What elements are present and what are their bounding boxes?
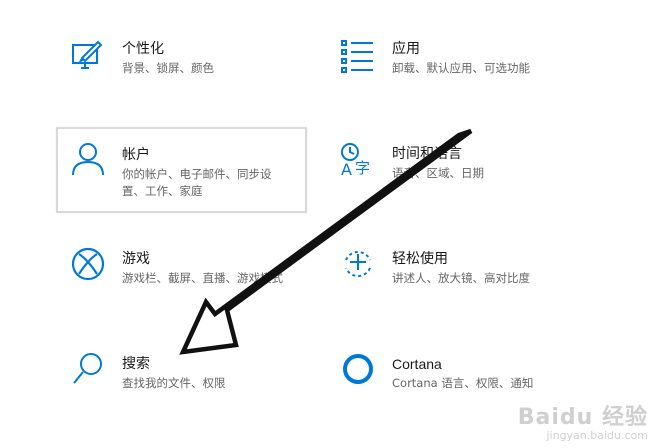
tile-title: 搜索 bbox=[122, 356, 150, 372]
tile-description-line2: 置、工作、家庭 bbox=[122, 184, 203, 198]
watermark-main: Baidu 经验 bbox=[517, 405, 648, 430]
baidu-watermark: Baidu 经验 jingyan.baidu.com bbox=[518, 406, 648, 442]
personalization-icon bbox=[70, 38, 106, 74]
tile-description: Cortana 语言、权限、通知 bbox=[392, 376, 534, 390]
tile-description: 背景、锁屏、颜色 bbox=[122, 61, 214, 75]
settings-tile-personalization[interactable]: 个性化 背景、锁屏、颜色 bbox=[56, 30, 306, 96]
time-language-icon: A 字 bbox=[340, 142, 376, 178]
settings-tile-gaming[interactable]: 游戏 游戏栏、截屏、直播、游戏模式 bbox=[56, 244, 306, 310]
tile-description: 讲述人、放大镜、高对比度 bbox=[392, 271, 530, 285]
svg-text:字: 字 bbox=[355, 159, 370, 177]
tile-title: 游戏 bbox=[122, 251, 150, 267]
svg-text:A: A bbox=[341, 160, 352, 178]
tile-title: 应用 bbox=[392, 41, 420, 57]
tile-title: 帐户 bbox=[122, 147, 150, 163]
tile-description: 游戏栏、截屏、直播、游戏模式 bbox=[122, 271, 283, 285]
settings-tile-apps[interactable]: 应用 卸载、默认应用、可选功能 bbox=[326, 30, 576, 96]
settings-tile-search[interactable]: 搜索 查找我的文件、权限 bbox=[56, 350, 306, 416]
tile-description-line1: 你的帐户、电子邮件、同步设 bbox=[122, 167, 272, 181]
tile-title: 时间和语言 bbox=[392, 146, 462, 162]
settings-tile-accounts[interactable]: 帐户 你的帐户、电子邮件、同步设 置、工作、家庭 bbox=[56, 127, 307, 213]
tile-description: 查找我的文件、权限 bbox=[122, 376, 226, 390]
search-icon bbox=[70, 350, 106, 386]
tile-description: 卸载、默认应用、可选功能 bbox=[392, 61, 530, 75]
tile-title: 个性化 bbox=[122, 41, 164, 57]
tile-title: Cortana bbox=[392, 356, 442, 372]
cortana-icon bbox=[340, 351, 376, 387]
person-icon bbox=[70, 141, 106, 177]
ease-of-access-icon bbox=[340, 246, 376, 282]
xbox-icon bbox=[70, 246, 106, 282]
tile-title: 轻松使用 bbox=[392, 251, 448, 267]
apps-list-icon bbox=[340, 38, 376, 74]
settings-tile-ease-of-access[interactable]: 轻松使用 讲述人、放大镜、高对比度 bbox=[326, 244, 576, 310]
tile-description: 语音、区域、日期 bbox=[392, 166, 484, 180]
watermark-sub: jingyan.baidu.com bbox=[546, 429, 648, 442]
settings-tile-time-language[interactable]: A 字 时间和语言 语音、区域、日期 bbox=[326, 130, 576, 196]
